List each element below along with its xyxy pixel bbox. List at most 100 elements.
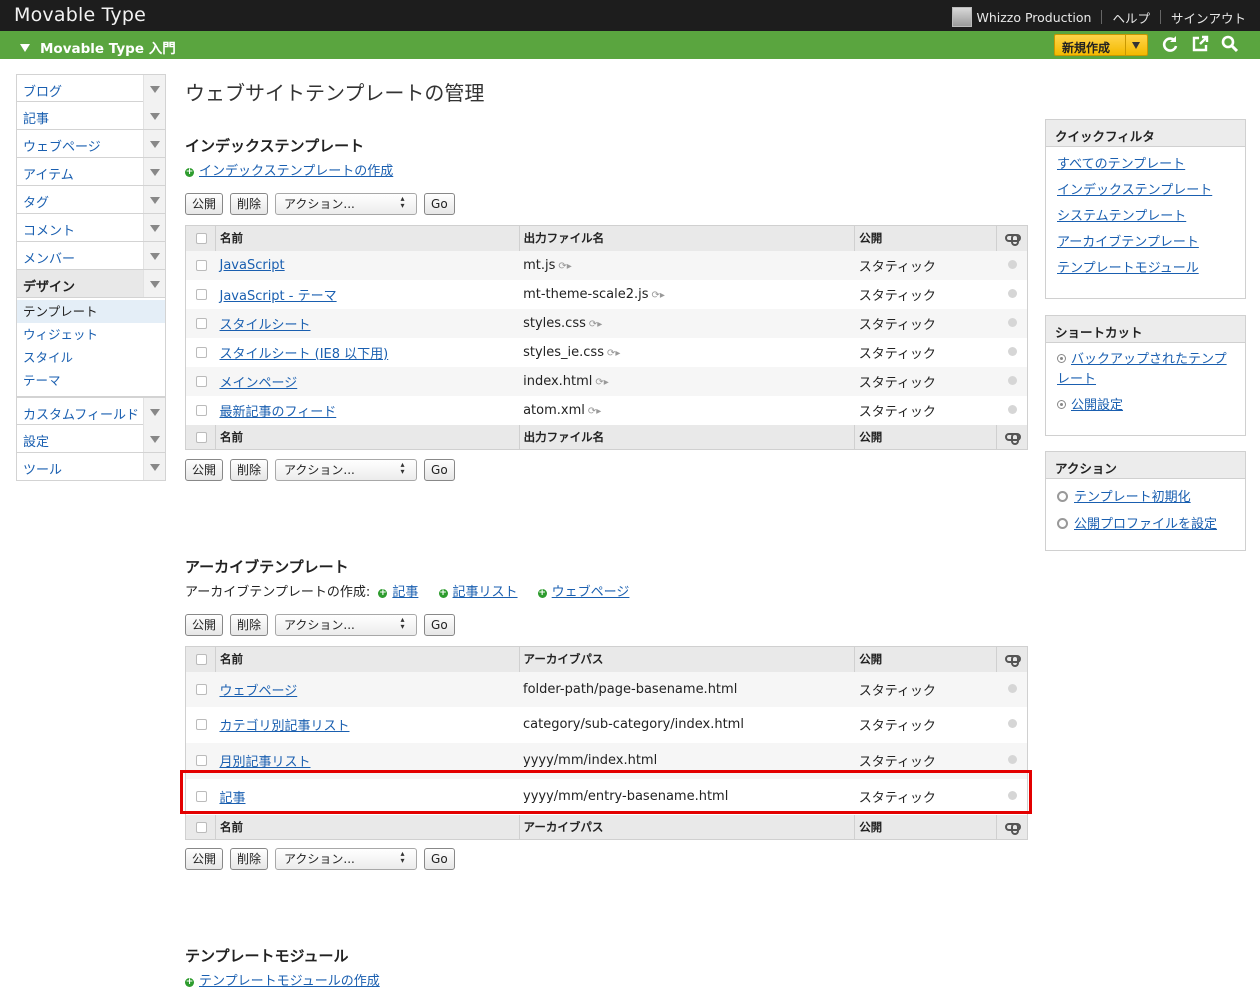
- action-select[interactable]: アクション...: [275, 848, 418, 870]
- nav-dropdown[interactable]: [143, 425, 165, 452]
- external-link-icon[interactable]: ⟳▸: [558, 261, 571, 272]
- publish-settings-link[interactable]: 公開設定: [1071, 398, 1123, 413]
- external-link-icon[interactable]: ⟳▸: [589, 319, 602, 330]
- nav-item-blog[interactable]: ブログ: [16, 74, 166, 102]
- subnav-item-templates[interactable]: テンプレート: [17, 300, 165, 323]
- delete-button[interactable]: 削除: [230, 193, 269, 215]
- create-page-archive-link[interactable]: ウェブページ: [552, 585, 630, 600]
- reset-templates-link[interactable]: テンプレート初期化: [1074, 490, 1191, 505]
- template-name-link[interactable]: 月別記事リスト: [219, 755, 310, 770]
- nav-item-design[interactable]: デザイン: [16, 270, 166, 298]
- select-all-checkbox[interactable]: [196, 233, 207, 245]
- nav-item-assets[interactable]: アイテム: [16, 158, 166, 186]
- publish-button[interactable]: 公開: [185, 193, 224, 215]
- user-name-link[interactable]: Whizzo Production: [976, 10, 1091, 25]
- nav-item-members[interactable]: メンバー: [16, 242, 166, 270]
- row-checkbox[interactable]: [196, 719, 207, 730]
- filter-archive-link[interactable]: アーカイブテンプレート: [1057, 235, 1199, 250]
- filter-index-link[interactable]: インデックステンプレート: [1057, 183, 1212, 198]
- publish-button[interactable]: 公開: [185, 848, 224, 870]
- filter-module-link[interactable]: テンプレートモジュール: [1057, 261, 1199, 276]
- nav-dropdown[interactable]: [143, 214, 165, 241]
- subnav-item-widgets[interactable]: ウィジェット: [17, 323, 165, 346]
- template-name-link[interactable]: スタイルシート (IE8 以下用): [219, 347, 388, 362]
- create-index-template-text[interactable]: インデックステンプレートの作成: [199, 164, 393, 179]
- nav-dropdown[interactable]: [143, 186, 165, 213]
- column-header-output[interactable]: 出力ファイル名: [518, 225, 855, 251]
- external-link-icon[interactable]: ⟳▸: [588, 406, 601, 417]
- subnav-item-themes[interactable]: テーマ: [17, 369, 165, 392]
- new-create-dropdown[interactable]: [1125, 35, 1147, 55]
- backup-templates-link[interactable]: バックアップされたテンプレート: [1057, 352, 1227, 387]
- nav-dropdown[interactable]: [143, 158, 165, 185]
- nav-dropdown[interactable]: [143, 75, 165, 102]
- publish-button[interactable]: 公開: [185, 459, 224, 481]
- search-icon[interactable]: [1220, 35, 1240, 55]
- select-all-checkbox[interactable]: [196, 654, 207, 666]
- select-all-checkbox[interactable]: [196, 821, 207, 833]
- delete-button[interactable]: 削除: [230, 459, 269, 481]
- action-select[interactable]: アクション...: [275, 193, 418, 215]
- create-index-template-link[interactable]: + インデックステンプレートの作成: [185, 160, 393, 179]
- column-header-path[interactable]: アーカイブパス: [518, 646, 855, 672]
- external-link-icon[interactable]: ⟳▸: [607, 348, 620, 359]
- publish-button[interactable]: 公開: [185, 614, 224, 636]
- template-name-link[interactable]: メインページ: [219, 376, 297, 391]
- nav-item-settings[interactable]: 設定: [16, 425, 166, 453]
- nav-item-comments[interactable]: コメント: [16, 214, 166, 242]
- create-entry-list-archive-link[interactable]: 記事リスト: [453, 585, 518, 600]
- nav-dropdown[interactable]: [143, 102, 165, 129]
- nav-dropdown[interactable]: [143, 398, 165, 425]
- row-checkbox[interactable]: [196, 683, 207, 695]
- template-name-link[interactable]: ウェブページ: [219, 684, 297, 699]
- nav-item-pages[interactable]: ウェブページ: [16, 130, 166, 158]
- row-checkbox[interactable]: [196, 259, 207, 271]
- row-checkbox[interactable]: [196, 317, 207, 329]
- view-site-icon[interactable]: [1190, 35, 1210, 55]
- external-link-icon[interactable]: ⟳▸: [652, 290, 665, 301]
- site-switcher[interactable]: Movable Type 入門: [20, 37, 176, 57]
- nav-dropdown[interactable]: [143, 453, 165, 480]
- delete-button[interactable]: 削除: [230, 614, 269, 636]
- publish-profile-link[interactable]: 公開プロファイルを設定: [1074, 517, 1217, 532]
- avatar[interactable]: [952, 7, 973, 27]
- column-header-publish[interactable]: 公開: [854, 225, 997, 251]
- select-all-checkbox[interactable]: [196, 431, 207, 443]
- subnav-item-styles[interactable]: スタイル: [17, 346, 165, 369]
- action-select[interactable]: アクション...: [275, 459, 418, 481]
- help-link[interactable]: ヘルプ: [1112, 8, 1150, 27]
- nav-dropdown[interactable]: [143, 130, 165, 157]
- filter-all-link[interactable]: すべてのテンプレート: [1057, 157, 1185, 172]
- template-name-link[interactable]: JavaScript: [219, 258, 284, 273]
- external-link-icon[interactable]: ⟳▸: [595, 377, 608, 388]
- go-button[interactable]: Go: [424, 459, 455, 481]
- action-select[interactable]: アクション...: [275, 614, 418, 636]
- create-module-text[interactable]: テンプレートモジュールの作成: [199, 974, 380, 989]
- delete-button[interactable]: 削除: [230, 848, 269, 870]
- nav-item-tags[interactable]: タグ: [16, 186, 166, 214]
- app-logo[interactable]: Movable Type: [14, 4, 146, 26]
- column-header-name[interactable]: 名前: [214, 225, 520, 251]
- nav-item-entries[interactable]: 記事: [16, 102, 166, 130]
- go-button[interactable]: Go: [424, 614, 455, 636]
- row-checkbox[interactable]: [196, 346, 207, 358]
- column-header-name[interactable]: 名前: [214, 646, 520, 672]
- template-name-link[interactable]: JavaScript - テーマ: [219, 289, 336, 304]
- filter-system-link[interactable]: システムテンプレート: [1057, 209, 1186, 224]
- create-module-link[interactable]: + テンプレートモジュールの作成: [185, 970, 380, 989]
- go-button[interactable]: Go: [424, 193, 455, 215]
- nav-item-tools[interactable]: ツール: [16, 453, 166, 481]
- template-name-link[interactable]: スタイルシート: [219, 318, 310, 333]
- go-button[interactable]: Go: [424, 848, 455, 870]
- nav-dropdown[interactable]: [143, 242, 165, 269]
- row-checkbox[interactable]: [196, 375, 207, 387]
- create-entry-archive-link[interactable]: 記事: [392, 585, 418, 600]
- template-name-link[interactable]: カテゴリ別記事リスト: [219, 719, 349, 734]
- template-name-link[interactable]: 最新記事のフィード: [219, 405, 336, 420]
- nav-dropdown[interactable]: [143, 270, 165, 297]
- row-checkbox[interactable]: [196, 755, 207, 766]
- row-checkbox[interactable]: [196, 288, 207, 300]
- nav-item-custom-fields[interactable]: カスタムフィールド: [16, 397, 166, 425]
- row-checkbox[interactable]: [196, 404, 207, 416]
- column-header-publish[interactable]: 公開: [854, 646, 997, 672]
